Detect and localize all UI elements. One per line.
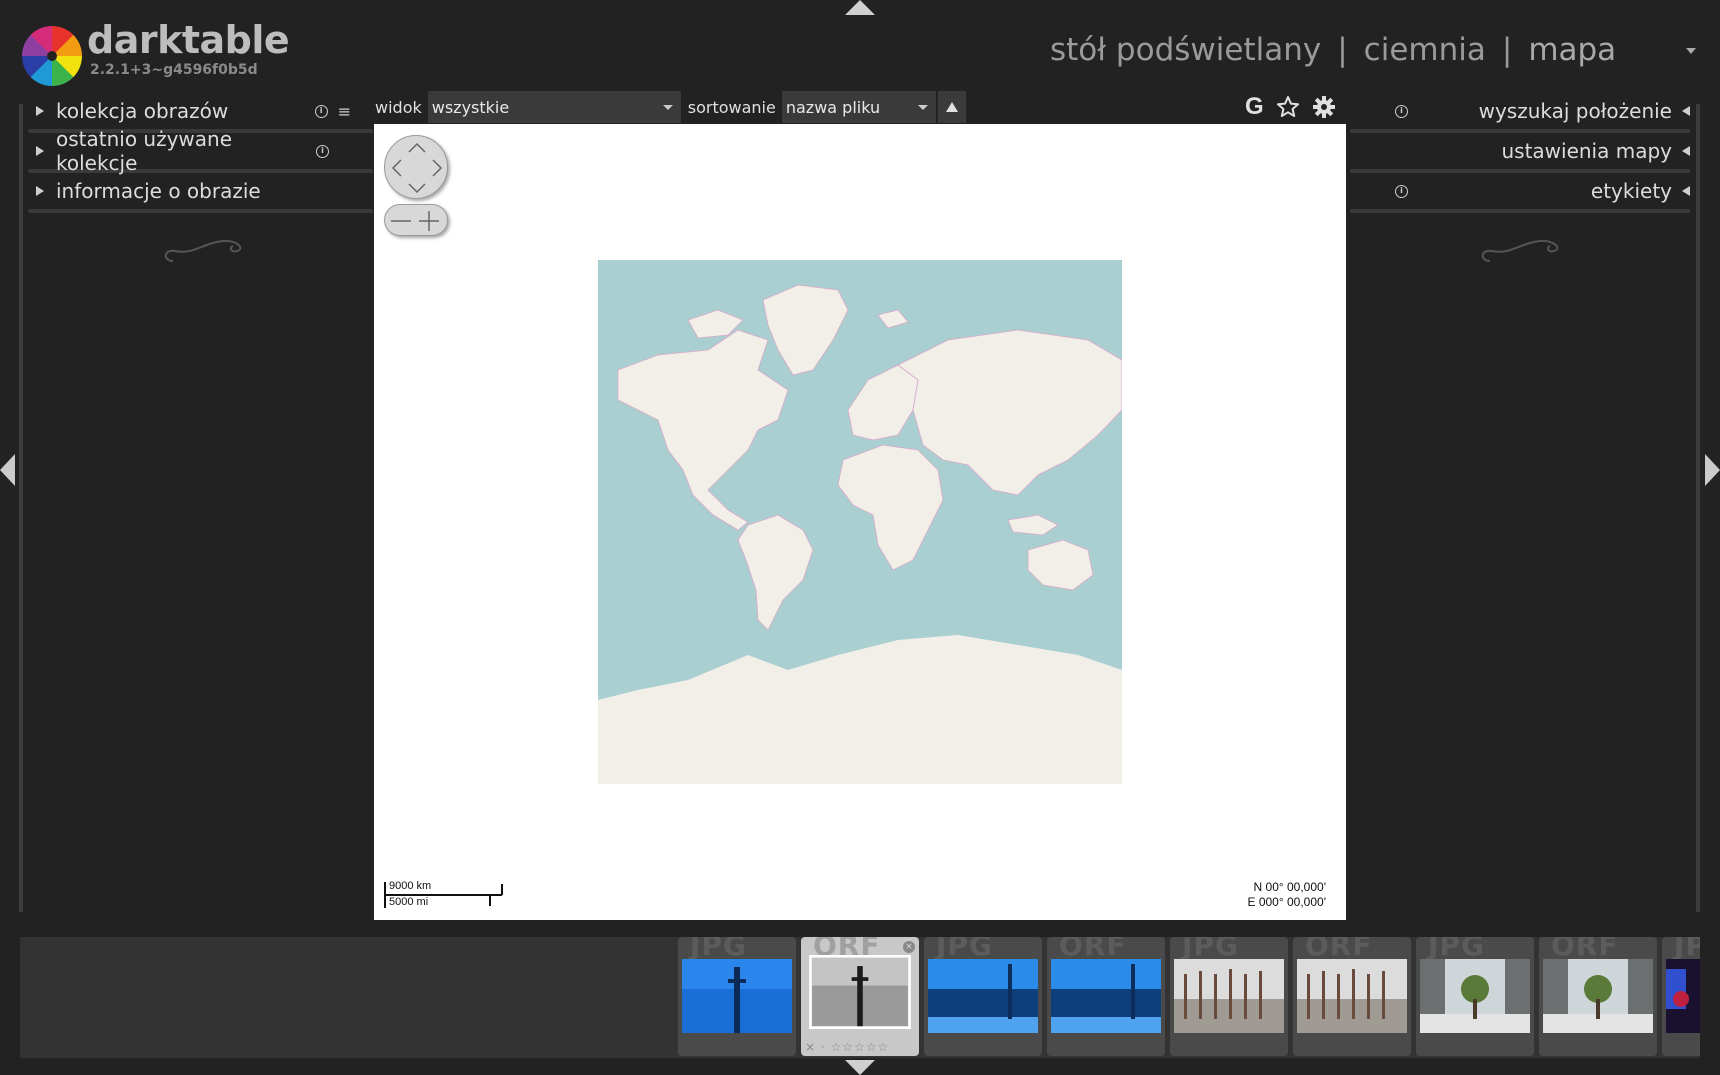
sort-label: sortowanie [687,97,776,117]
grouping-icon[interactable]: G [1245,93,1264,121]
module-image-information[interactable]: informacje o obrazie [28,173,373,209]
bottom-panel-toggle-arrow[interactable] [845,1060,875,1075]
expand-triangle-icon [36,186,44,196]
star-icon[interactable] [1276,95,1300,119]
info-icon[interactable]: i [1395,184,1408,198]
map-coordinates: N 00° 00,000' E 000° 00,000' [1248,880,1327,910]
view-switcher: stół podświetlany | ciemnia | mapa [1050,32,1616,68]
left-panel-toggle-arrow[interactable] [0,454,15,486]
thumbnail-image [1420,959,1530,1033]
app-version: 2.2.1+3~g4596f0b5d [90,62,258,78]
expand-triangle-icon [36,106,44,116]
module-label: etykiety [1590,179,1672,203]
view-map[interactable]: mapa [1528,32,1616,68]
info-icon[interactable]: i [314,104,328,118]
view-filter-combobox[interactable]: wszystkie [427,91,681,123]
collapse-triangle-icon [1682,186,1690,196]
darktable-logo-icon [22,26,82,86]
module-tagging[interactable]: i etykiety [1350,173,1690,209]
sort-combobox[interactable]: nazwa pliku [781,91,936,123]
thumbnail-image [682,959,792,1033]
coordinate-latitude: N 00° 00,000' [1253,880,1326,894]
module-label: wyszukaj położenie [1478,99,1672,123]
filmstrip[interactable]: JPG ORF × × · ☆☆☆☆☆ JPG ORF JPG ORF JPG … [20,937,1700,1058]
info-icon[interactable]: i [316,144,329,158]
scale-km-label: 9000 km [389,880,432,892]
thumbnail-image [1051,959,1161,1033]
module-label: informacje o obrazie [56,179,261,203]
module-find-location[interactable]: i wyszukaj położenie [1350,93,1690,129]
view-filter-label: widok [375,97,422,117]
right-panel: i wyszukaj położenie ustawienia mapy i e… [1350,93,1690,275]
reject-icon[interactable]: × [903,941,915,953]
pan-arrows-icon [391,142,443,194]
filmstrip-thumbnail[interactable]: JP [1662,937,1700,1056]
scale-mi-label: 5000 mi [389,896,429,908]
dropdown-arrow-icon [662,104,673,110]
sort-direction-button[interactable] [937,91,966,123]
map-pan-control[interactable] [384,135,448,199]
filmstrip-thumbnail[interactable]: ORF [1293,937,1411,1056]
expand-triangle-icon [36,146,44,156]
filmstrip-thumbnail[interactable]: JPG [924,937,1042,1056]
module-label: ustawienia mapy [1501,139,1672,163]
world-map-tile[interactable] [598,260,1122,784]
chevron-down-icon[interactable] [1686,48,1696,54]
thumbnail-image [809,955,911,1029]
view-filter-value: wszystkie [431,97,510,117]
module-label: kolekcja obrazów [56,99,229,123]
menu-icon[interactable]: ≡ [338,102,351,121]
filmstrip-thumbnail[interactable]: JPG [1416,937,1534,1056]
thumbnail-image [1543,959,1653,1033]
toolbar-icons: G [1245,93,1336,121]
map-zoom-control[interactable] [384,204,448,236]
filmstrip-thumbnail[interactable]: ORF [1047,937,1165,1056]
rating-stars[interactable]: × · ☆☆☆☆☆ [805,1040,889,1054]
thumbnail-image [1666,959,1700,1033]
zoom-minus-plus-icon [391,211,439,231]
right-panel-toggle-arrow[interactable] [1705,454,1720,486]
module-recent-collections[interactable]: ostatnio używane kolekcje i [28,127,373,175]
view-darkroom[interactable]: ciemnia [1364,32,1486,68]
module-map-settings[interactable]: ustawienia mapy [1350,133,1690,169]
collapse-triangle-icon [1682,146,1690,156]
view-separator: | [1337,32,1348,68]
coordinate-longitude: E 000° 00,000' [1247,895,1327,909]
thumbnail-image [1297,959,1407,1033]
filmstrip-thumbnail[interactable]: JPG [678,937,796,1056]
map-view[interactable]: 9000 km 5000 mi N 00° 00,000' E 000° 00,… [374,124,1346,920]
left-panel: kolekcja obrazów i ≡ ostatnio używane ko… [28,93,373,275]
world-map-graphic [598,260,1122,784]
right-panel-border [1696,104,1700,912]
module-collection[interactable]: kolekcja obrazów i ≡ [28,93,373,129]
filmstrip-thumbnail-selected[interactable]: ORF × × · ☆☆☆☆☆ [801,937,919,1056]
sort-ascending-icon [945,102,958,112]
top-panel-toggle-arrow[interactable] [845,0,875,15]
module-label: ostatnio używane kolekcje [56,127,233,175]
thumbnail-image [928,959,1038,1033]
view-lighttable[interactable]: stół podświetlany [1050,32,1321,68]
top-toolbar: widok wszystkie sortowanie nazwa pliku [375,91,966,123]
filmstrip-thumbnail[interactable]: ORF [1539,937,1657,1056]
left-panel-border [19,104,23,912]
info-icon[interactable]: i [1395,104,1408,118]
sort-value: nazwa pliku [785,97,881,117]
panel-end-ornament-icon [1481,239,1559,262]
filmstrip-thumbnail[interactable]: JPG [1170,937,1288,1056]
app-name: darktable [87,18,290,62]
map-scale-bar: 9000 km 5000 mi [384,880,504,910]
module-divider [28,209,373,213]
dropdown-arrow-icon [917,104,928,110]
view-separator: | [1501,32,1513,68]
panel-end-ornament-icon [164,239,242,262]
thumbnail-image [1174,959,1284,1033]
gear-icon[interactable] [1312,95,1336,119]
module-divider [1350,209,1690,213]
collapse-triangle-icon [1682,106,1690,116]
